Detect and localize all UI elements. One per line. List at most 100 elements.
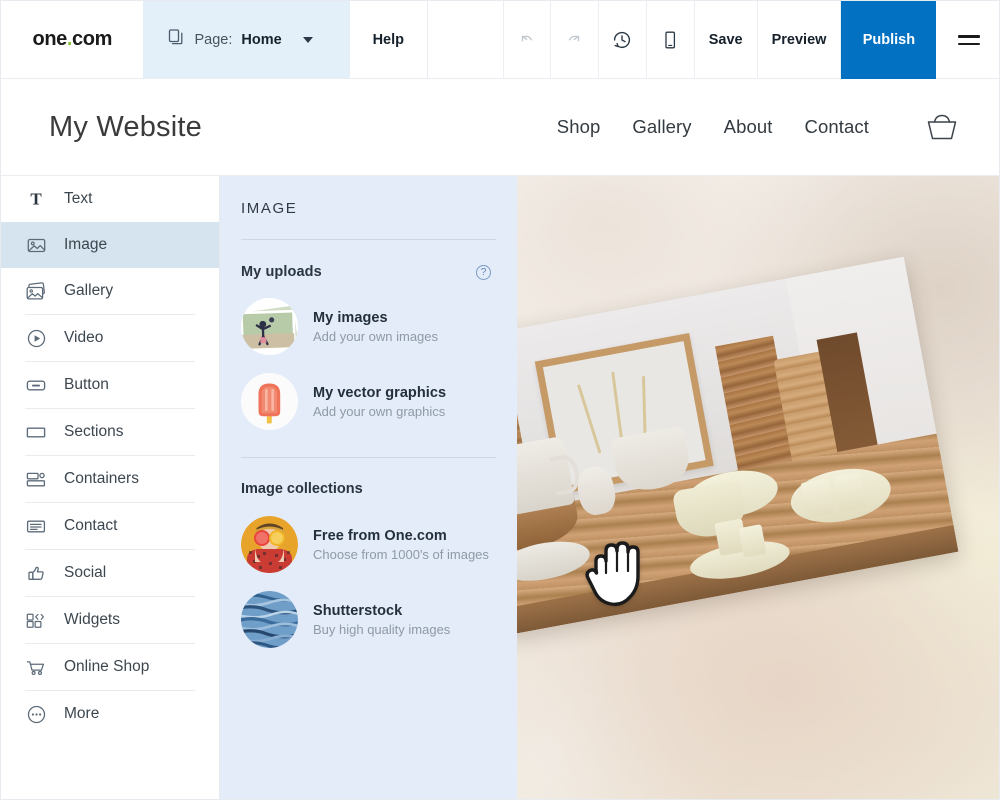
upload-item-my-images[interactable]: My images Add your own images	[241, 298, 517, 355]
collection-item-text: Shutterstock Buy high quality images	[313, 603, 450, 637]
sidebar-item-button[interactable]: Button	[1, 362, 219, 408]
nav-item-contact[interactable]: Contact	[805, 116, 869, 138]
item-title: My vector graphics	[313, 384, 447, 401]
page-value: Home	[241, 31, 282, 48]
image-panel: IMAGE My uploads ? My images Add your ow…	[220, 176, 517, 799]
item-title: Shutterstock	[313, 602, 403, 619]
sidebar-label: Button	[64, 376, 109, 393]
logo-text-one: one	[32, 28, 68, 50]
shopping-basket-icon[interactable]	[923, 111, 961, 143]
item-subtitle: Choose from 1000's of images	[313, 546, 489, 562]
toolbar-icon-group: Save Preview	[502, 1, 842, 79]
citrus-person-thumb	[241, 516, 298, 573]
upload-item-text: My images Add your own images	[313, 310, 438, 344]
button-icon	[25, 375, 47, 396]
sidebar-label: Containers	[64, 470, 139, 487]
page-label: Page:	[194, 31, 233, 48]
image-collections-section-header: Image collections	[241, 480, 496, 498]
mobile-preview-icon	[665, 31, 676, 48]
sidebar-item-widgets[interactable]: Widgets	[1, 597, 219, 643]
collection-item-free-from-onecom[interactable]: Free from One.com Choose from 1000's of …	[241, 516, 517, 573]
help-button[interactable]: Help	[350, 1, 428, 78]
section-title: Image collections	[241, 481, 363, 497]
section-title: My uploads	[241, 264, 322, 280]
panel-divider	[241, 239, 496, 240]
undo-button[interactable]	[502, 1, 551, 79]
sidebar-label: More	[64, 705, 100, 722]
site-title[interactable]: My Website	[49, 111, 202, 144]
item-title: Free from One.com	[313, 527, 447, 544]
sidebar-label: Video	[64, 329, 104, 346]
sidebar-label: Image	[64, 236, 108, 253]
item-subtitle: Add your own graphics	[313, 403, 446, 419]
shopping-cart-icon	[25, 657, 47, 678]
upload-item-text: My vector graphics Add your own graphics	[313, 385, 446, 419]
more-dots-icon	[25, 704, 47, 725]
popsicle-thumb	[241, 373, 298, 430]
publish-button[interactable]: Publish	[841, 1, 937, 79]
preview-button[interactable]: Preview	[758, 1, 842, 79]
site-navigation: Shop Gallery About Contact	[557, 111, 961, 143]
sidebar-label: Gallery	[64, 282, 114, 299]
video-play-icon	[25, 328, 47, 349]
sidebar-label: Widgets	[64, 611, 120, 628]
text-t-icon: T	[25, 189, 47, 209]
sidebar-label: Sections	[64, 423, 124, 440]
gallery-stack-icon	[25, 281, 47, 302]
grabbing-hand-cursor	[572, 521, 668, 617]
sidebar-label: Contact	[64, 517, 118, 534]
hamburger-menu-icon	[957, 34, 980, 46]
svg-text:T: T	[30, 190, 42, 209]
contact-form-icon	[25, 516, 47, 537]
chevron-down-icon[interactable]	[302, 36, 313, 43]
thumbs-up-icon	[25, 563, 47, 584]
nav-item-about[interactable]: About	[724, 116, 773, 138]
collection-item-shutterstock[interactable]: Shutterstock Buy high quality images	[241, 591, 517, 648]
sections-icon	[25, 422, 47, 443]
redo-button[interactable]	[551, 1, 599, 79]
sidebar-label: Online Shop	[64, 658, 150, 675]
elements-sidebar: T Text Image Gallery Video Button Sectio…	[1, 176, 220, 799]
nav-item-shop[interactable]: Shop	[557, 116, 601, 138]
sidebar-item-image[interactable]: Image	[1, 222, 219, 268]
image-icon	[25, 235, 47, 256]
widgets-code-icon	[25, 610, 47, 631]
onecom-logo[interactable]: one. com	[1, 1, 143, 78]
sidebar-item-text[interactable]: T Text	[1, 176, 219, 222]
sidebar-label: Social	[64, 564, 107, 581]
containers-icon	[25, 469, 47, 490]
my-uploads-section-header: My uploads ?	[241, 264, 491, 280]
sidebar-item-sections[interactable]: Sections	[1, 409, 219, 455]
logo-text-com: com	[72, 28, 112, 50]
page-canvas[interactable]	[517, 176, 999, 799]
sidebar-item-containers[interactable]: Containers	[1, 456, 219, 502]
main-menu-button[interactable]	[936, 1, 999, 79]
history-button[interactable]	[599, 1, 647, 79]
item-title: My images	[313, 309, 388, 326]
item-subtitle: Add your own images	[313, 328, 439, 344]
top-toolbar: one. com Page: Home Help Save Preview Pu…	[1, 1, 999, 79]
sidebar-item-gallery[interactable]: Gallery	[1, 268, 219, 314]
history-clock-icon	[614, 31, 631, 48]
panel-title: IMAGE	[241, 200, 298, 217]
sidebar-item-more[interactable]: More	[1, 691, 219, 737]
save-button[interactable]: Save	[695, 1, 758, 79]
sidebar-item-contact[interactable]: Contact	[1, 503, 219, 549]
sidebar-item-online-shop[interactable]: Online Shop	[1, 644, 219, 690]
help-question-icon[interactable]: ?	[476, 264, 491, 280]
collection-item-text: Free from One.com Choose from 1000's of …	[313, 528, 489, 562]
redo-icon	[569, 35, 580, 41]
page-selector[interactable]: Page: Home	[143, 1, 350, 78]
undo-icon	[521, 35, 532, 41]
sidebar-item-video[interactable]: Video	[1, 315, 219, 361]
website-builder-app: one. com Page: Home Help Save Preview Pu…	[0, 0, 1000, 800]
item-subtitle: Buy high quality images	[313, 621, 451, 637]
sidebar-item-social[interactable]: Social	[1, 550, 219, 596]
panel-divider-2	[241, 457, 496, 458]
photo-stack-thumb	[241, 298, 298, 355]
upload-item-my-vector-graphics[interactable]: My vector graphics Add your own graphics	[241, 373, 517, 430]
pages-icon	[167, 28, 185, 51]
mobile-preview-button[interactable]	[647, 1, 695, 79]
nav-item-gallery[interactable]: Gallery	[632, 116, 691, 138]
